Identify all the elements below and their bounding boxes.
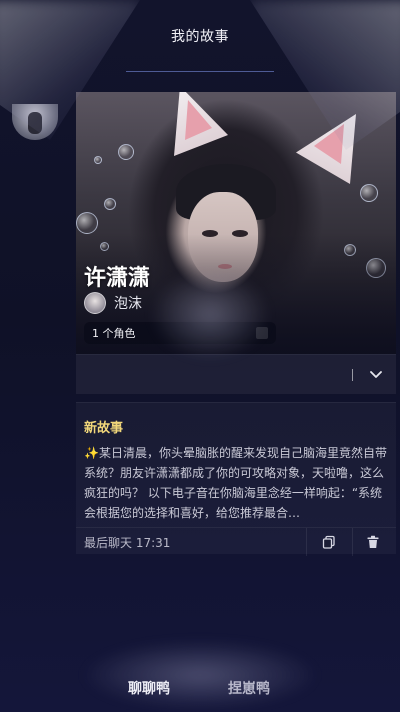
story-text: ✨某日清晨，你头晕脑胀的醒来发现自己脑海里竟然自带系统？朋友许潇潇都成了你的可攻… — [84, 443, 388, 523]
side-avatar[interactable] — [12, 104, 58, 140]
action-bar — [76, 354, 396, 394]
bubble — [104, 198, 116, 210]
page-title: 我的故事 — [171, 29, 229, 45]
character-name: 许潇潇 — [84, 266, 151, 291]
footer-divider — [352, 528, 353, 556]
app-root: 我的故事 许潇潇 泡沫 1 个角色 新故事 ✨某日清晨，你头晕脑胀的醒来发现自己… — [0, 0, 400, 712]
bubble — [94, 156, 102, 164]
bar-divider — [352, 369, 353, 381]
bubble — [360, 184, 378, 202]
character-card[interactable] — [76, 92, 396, 354]
header: 我的故事 — [0, 0, 400, 72]
story-card[interactable]: 新故事 ✨某日清晨，你头晕脑胀的醒来发现自己脑海里竟然自带系统？朋友许潇潇都成了… — [76, 402, 396, 556]
author-row[interactable]: 泡沫 — [84, 292, 142, 314]
nav-item-create[interactable]: 捏崽鸭 — [228, 678, 270, 698]
header-divider — [126, 71, 274, 72]
nav-item-chat[interactable]: 聊聊鸭 — [128, 678, 170, 698]
bottom-nav: 聊聊鸭 捏崽鸭 — [0, 662, 400, 712]
copy-icon[interactable] — [318, 532, 340, 552]
author-name: 泡沫 — [114, 296, 142, 312]
bubble — [118, 144, 134, 160]
last-chat-time: 最后聊天 17:31 — [84, 536, 171, 550]
author-avatar — [84, 292, 106, 314]
sparkle-icon: ✨ — [84, 446, 99, 460]
chip-indicator — [256, 327, 268, 339]
role-count-label: 1 个角色 — [92, 327, 136, 340]
trash-icon[interactable] — [362, 532, 384, 552]
role-count-chip[interactable]: 1 个角色 — [84, 322, 276, 344]
bubble — [76, 212, 98, 234]
chevron-down-icon[interactable] — [366, 365, 386, 385]
story-footer: 最后聊天 17:31 — [76, 527, 396, 556]
footer-divider — [306, 528, 307, 556]
story-body: 某日清晨，你头晕脑胀的醒来发现自己脑海里竟然自带系统？朋友许潇潇都成了你的可攻略… — [84, 446, 387, 520]
story-title: 新故事 — [84, 421, 124, 436]
